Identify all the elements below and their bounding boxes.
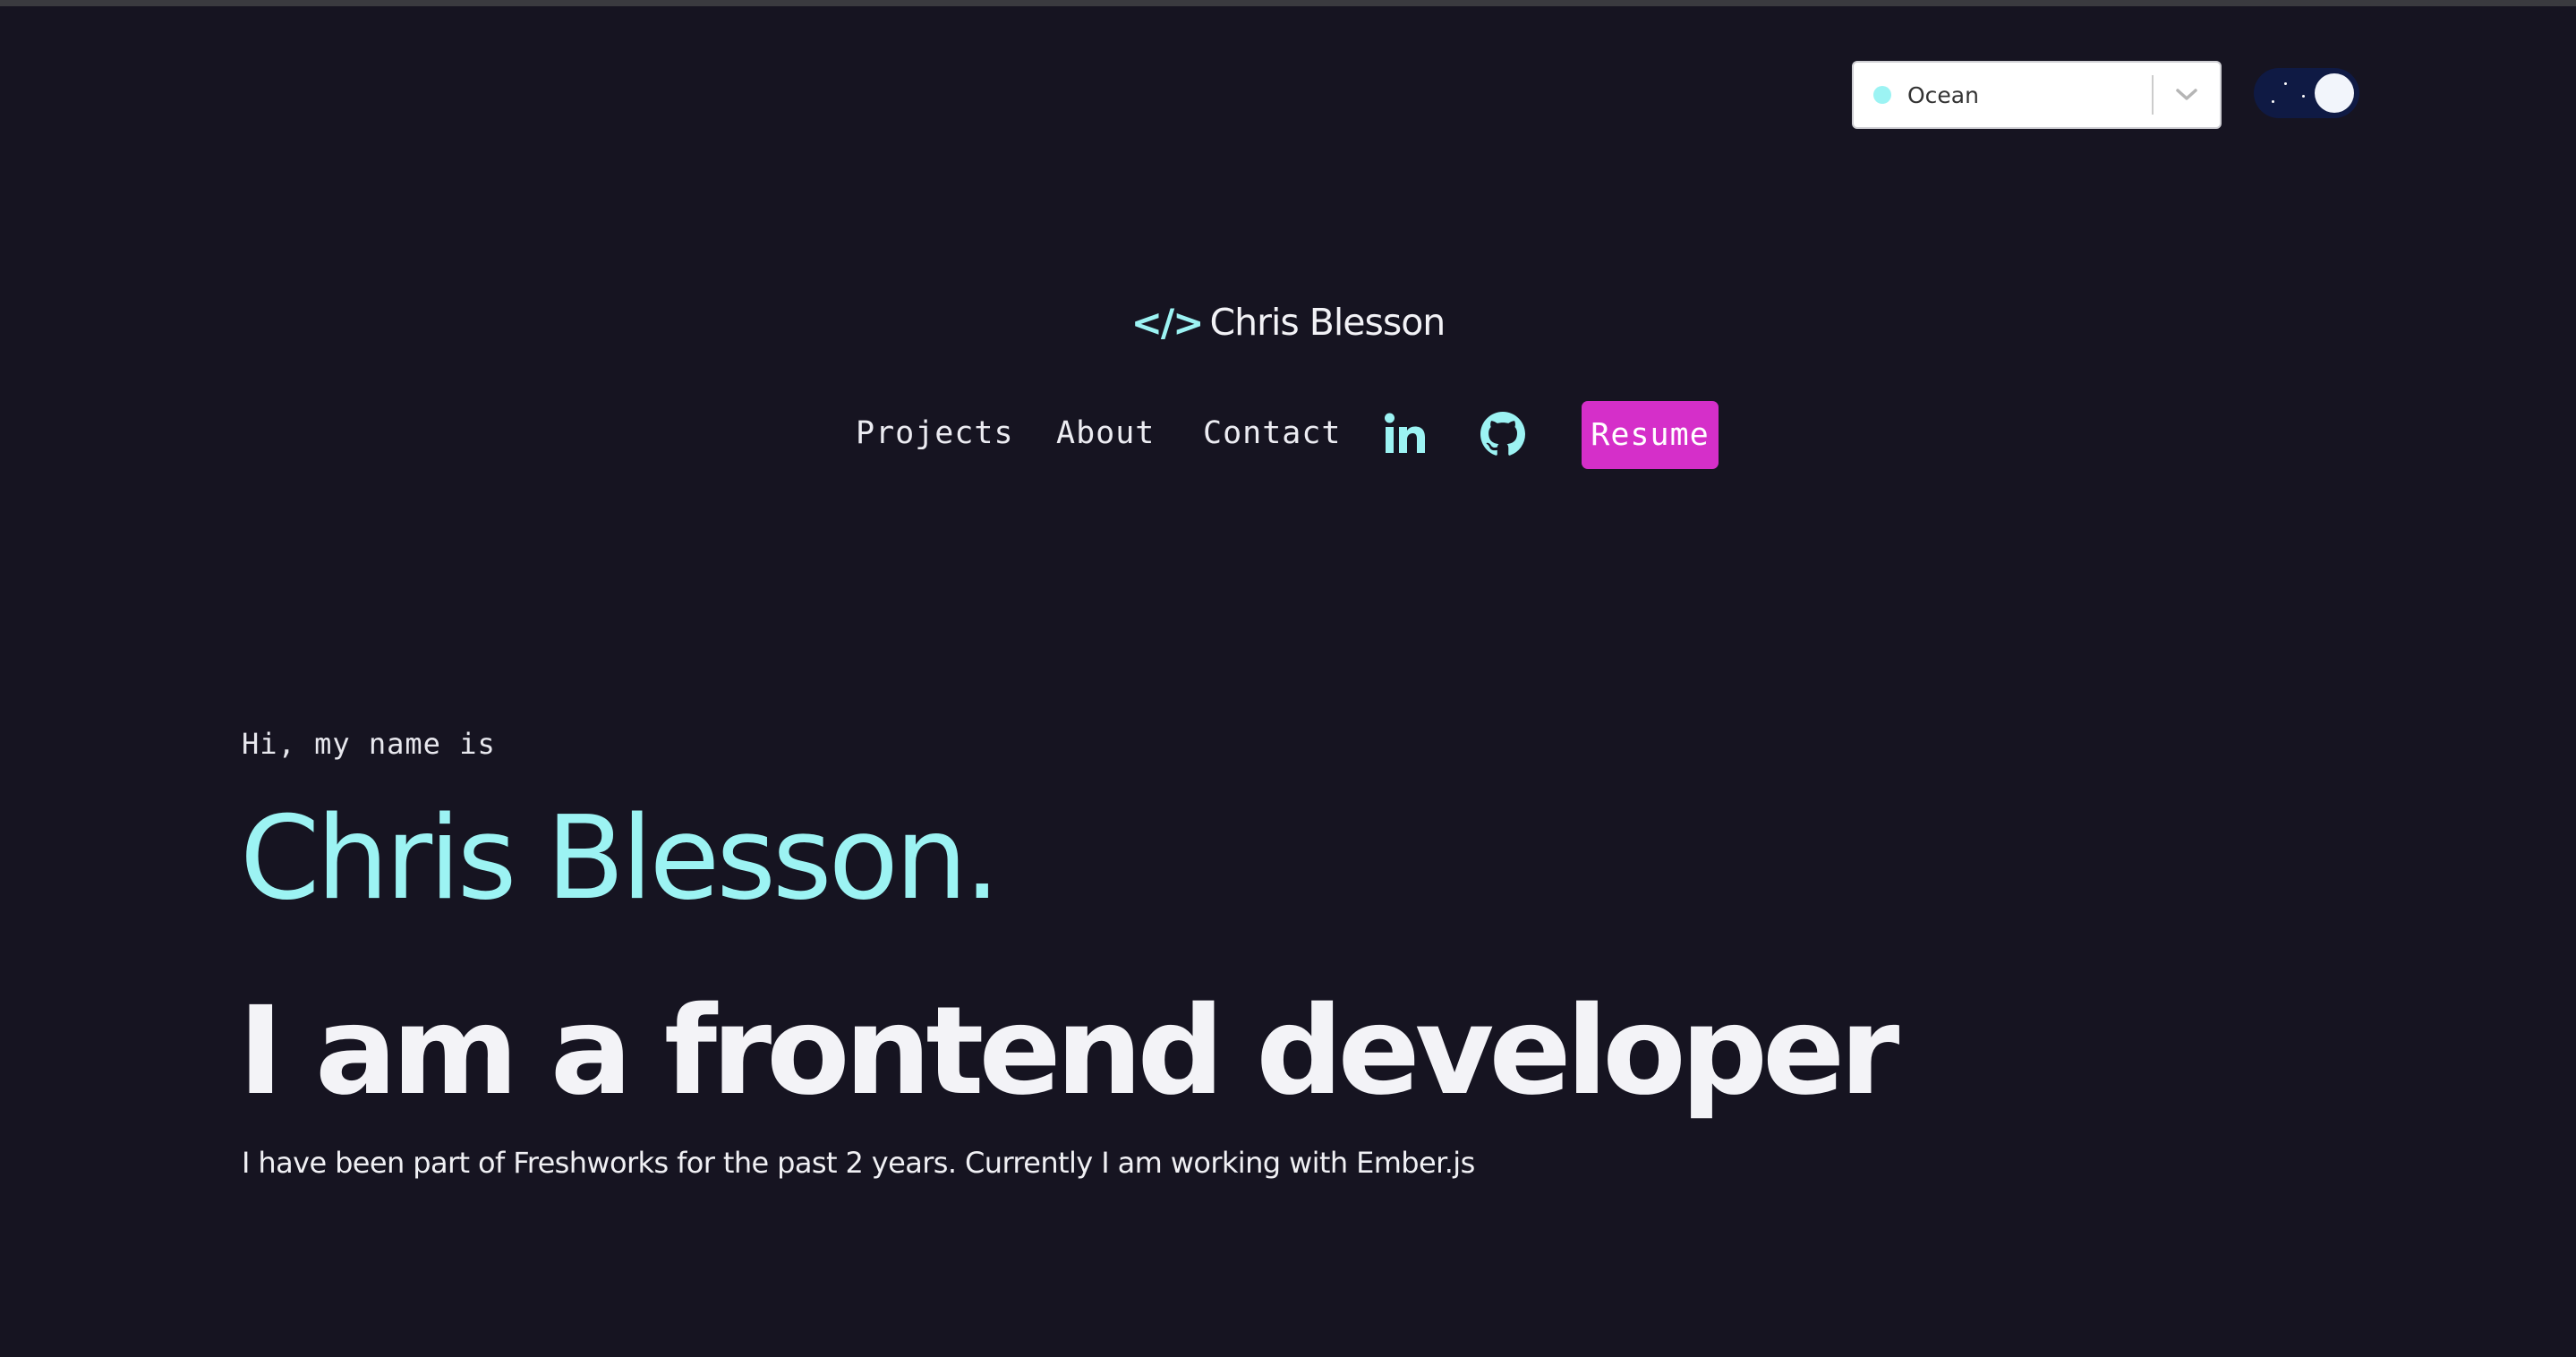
hero-name: Chris Blesson. [240,792,1001,926]
nav-link-contact[interactable]: Contact [1203,415,1342,451]
site-logo[interactable]: </> Chris Blesson [0,295,2576,349]
code-icon: </> [1130,300,1205,345]
github-icon[interactable] [1480,412,1525,460]
main-nav: Projects About Contact Resume [0,401,2576,469]
nav-link-about[interactable]: About [1056,415,1155,451]
theme-select-value: Ocean [1907,81,1979,108]
dark-mode-toggle[interactable] [2254,68,2359,118]
resume-button[interactable]: Resume [1582,401,1719,469]
star-icon [2302,95,2305,98]
hero-greeting: Hi, my name is [242,727,496,761]
linkedin-icon[interactable] [1384,412,1427,458]
star-icon [2272,100,2274,103]
logo-name: Chris Blesson [1209,301,1446,344]
chevron-down-icon[interactable] [2154,63,2220,127]
browser-top-border [0,0,2576,6]
hero-description: I have been part of Freshworks for the p… [242,1146,1475,1180]
moon-icon [2315,73,2354,113]
theme-select[interactable]: Ocean [1852,61,2222,129]
theme-color-dot [1873,86,1891,104]
nav-link-projects[interactable]: Projects [856,415,1014,451]
hero-title: I am a frontend developer [238,981,1899,1122]
star-icon [2284,82,2287,85]
